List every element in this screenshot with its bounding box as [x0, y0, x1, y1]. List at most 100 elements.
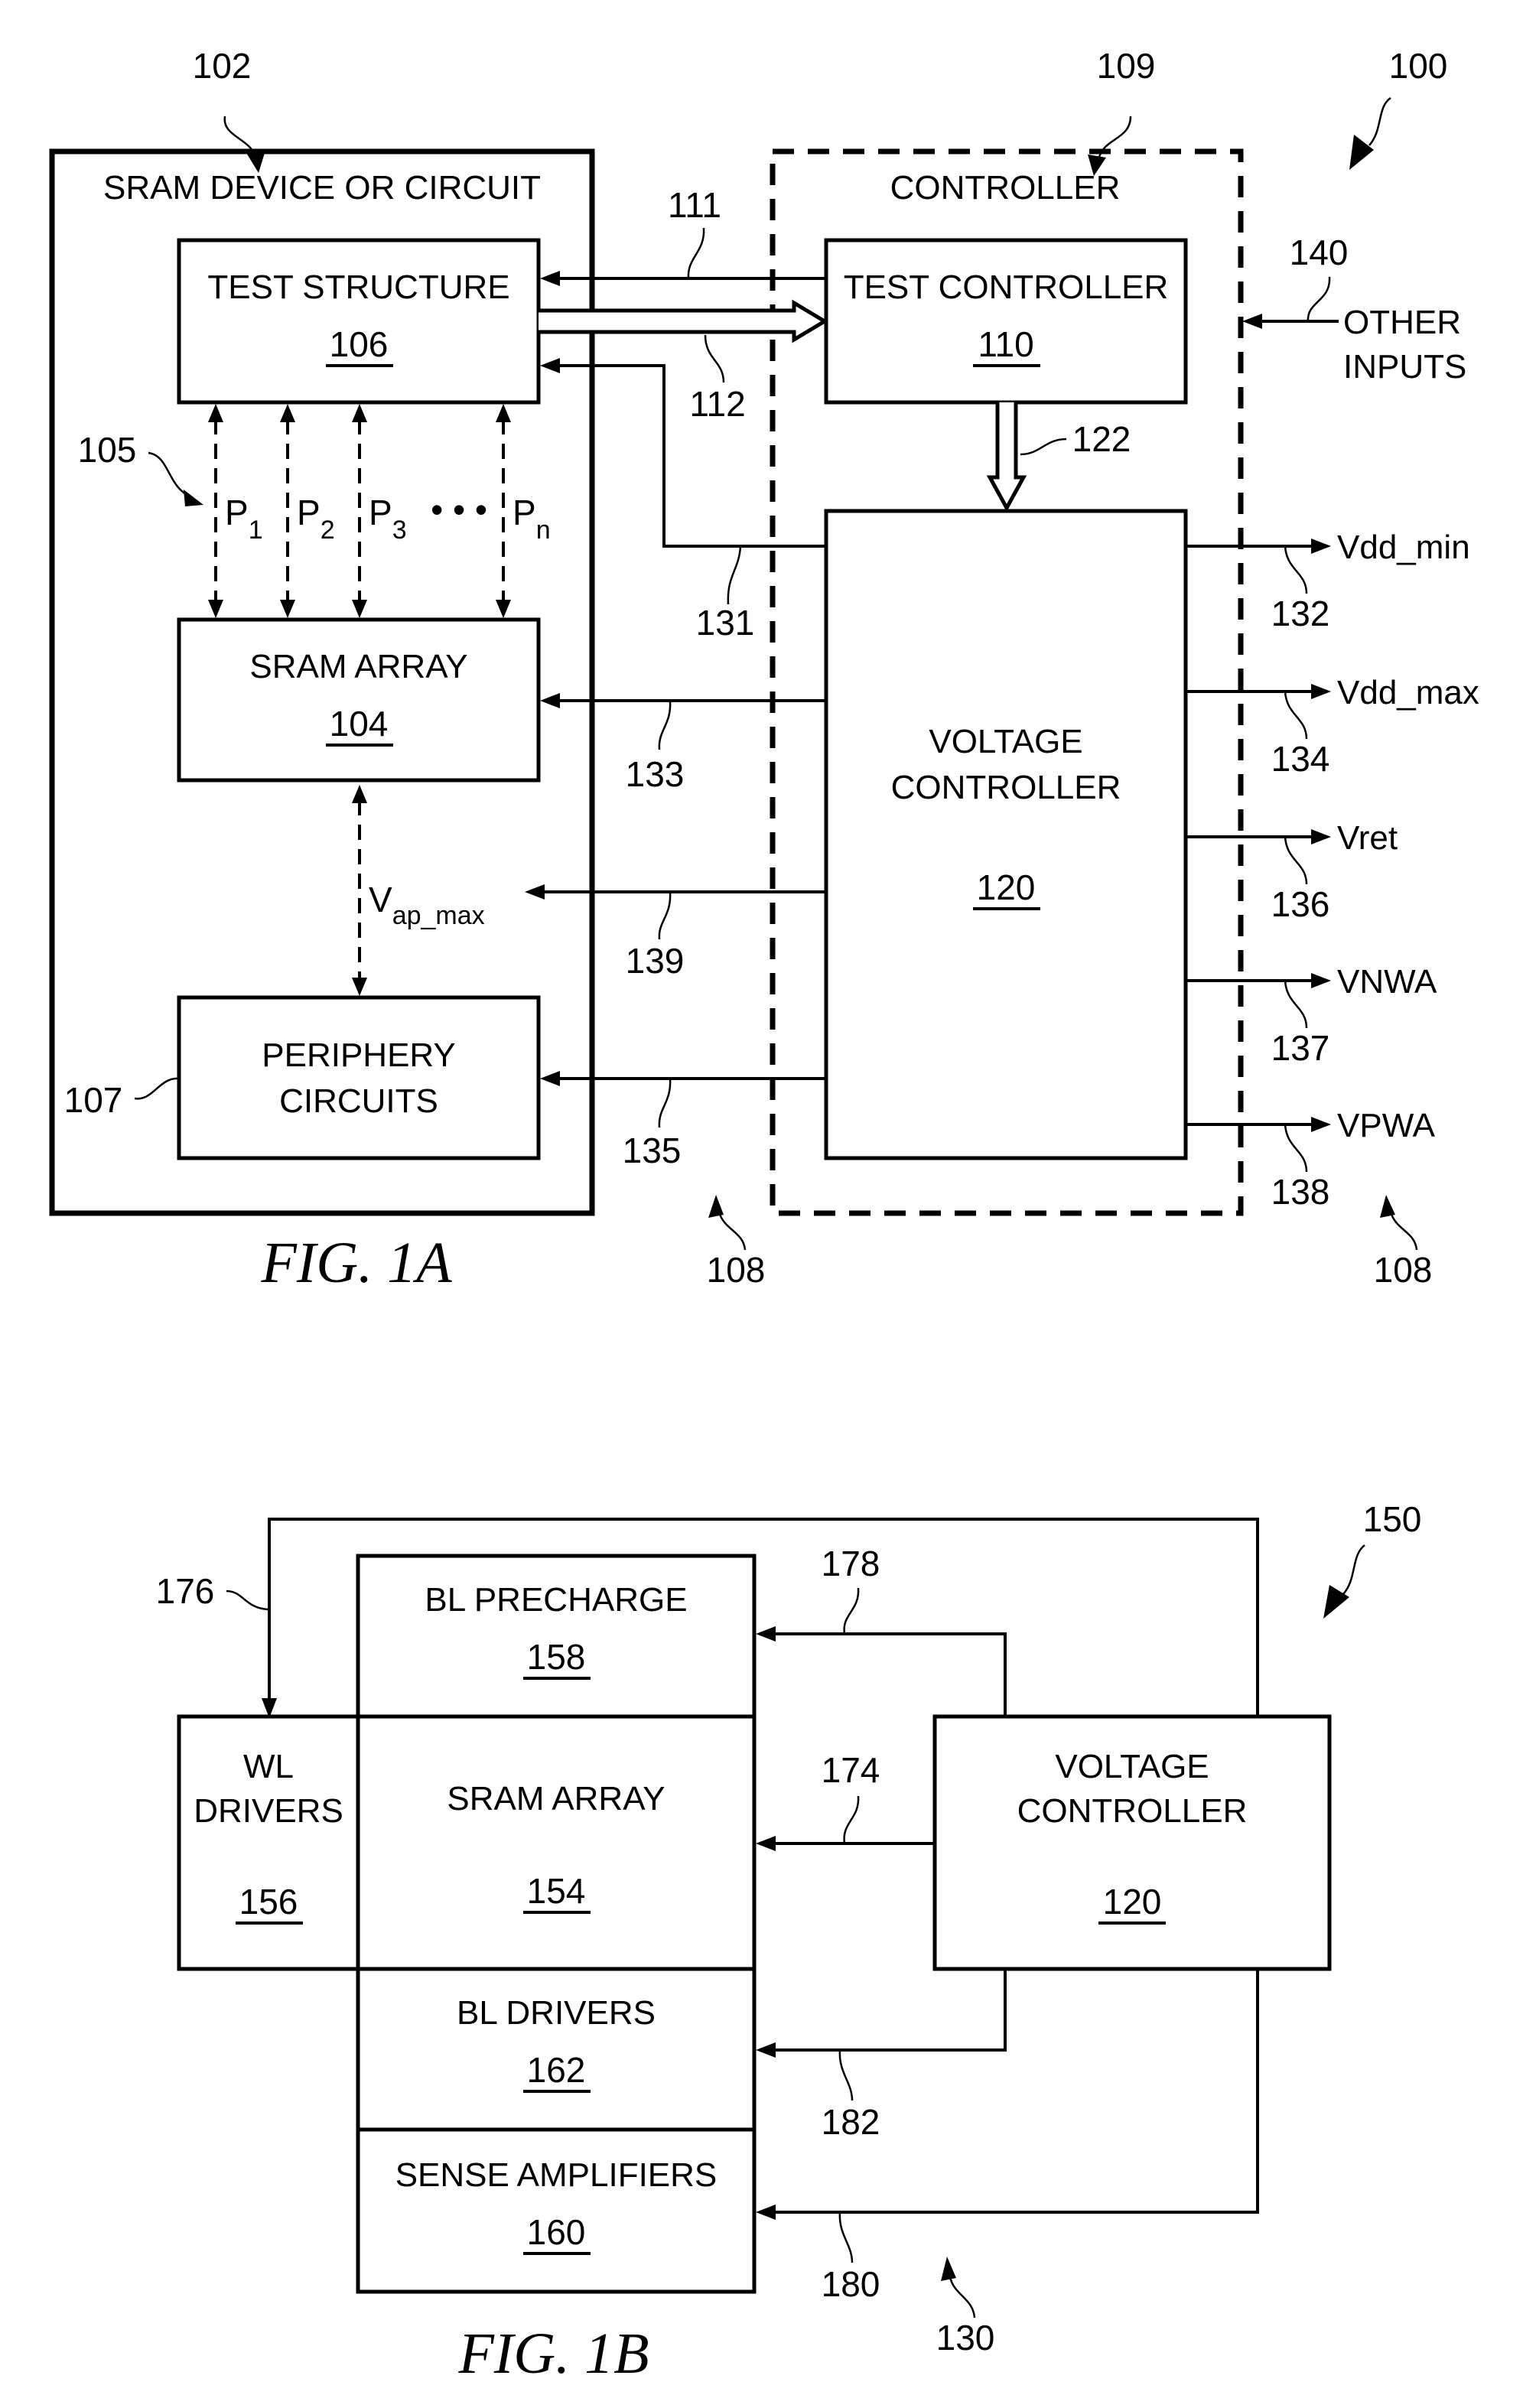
bus-122-arrow — [986, 402, 1027, 513]
output-vdd-max-arrow-icon — [1311, 684, 1331, 699]
lead-111 — [687, 227, 705, 279]
lead-178 — [843, 1587, 860, 1635]
controller-title: CONTROLLER — [890, 169, 1121, 207]
wl-drivers-number: 156 — [239, 1882, 298, 1922]
ref-111: 111 — [668, 185, 721, 225]
ref-105: 105 — [78, 430, 137, 470]
signal-111-arrow-icon — [540, 271, 560, 286]
lead-135 — [658, 1078, 672, 1128]
output-vpwa-label: VPWA — [1337, 1107, 1436, 1144]
output-vret-label: Vret — [1337, 819, 1398, 857]
lead-136 — [1284, 836, 1308, 885]
sram-array-104-number: 104 — [330, 704, 389, 744]
sram-array-154-number: 154 — [527, 1871, 586, 1911]
lead-180 — [838, 2211, 854, 2263]
sram-device-title: SRAM DEVICE OR CIRCUIT — [103, 169, 541, 207]
lead-134 — [1284, 691, 1308, 740]
lead-122 — [1020, 438, 1067, 456]
ref-176: 176 — [156, 1571, 215, 1611]
voltage-controller-1b-line2: CONTROLLER — [1017, 1792, 1248, 1830]
signal-182-line — [774, 1969, 1007, 2052]
ref-133: 133 — [626, 754, 685, 794]
output-vnwa-label: VNWA — [1337, 963, 1437, 1001]
periphery-line1: PERIPHERY — [262, 1036, 456, 1074]
other-inputs-line2: INPUTS — [1343, 348, 1466, 386]
sram-array-104-box — [177, 617, 541, 783]
ref-137: 137 — [1271, 1028, 1330, 1068]
path-pn-up-arrow-icon — [496, 404, 511, 422]
signal-133-arrow-icon — [540, 693, 560, 708]
bl-precharge-number: 158 — [527, 1637, 586, 1677]
path-p2-down-arrow-icon — [280, 600, 295, 618]
periphery-line2: CIRCUITS — [279, 1082, 438, 1120]
signal-182-arrow-icon — [756, 2042, 776, 2058]
voltage-controller-1b-number: 120 — [1103, 1882, 1162, 1922]
path-p2-label: P2 — [297, 493, 335, 545]
ref-131: 131 — [696, 603, 755, 643]
bus-112-arrow — [539, 299, 828, 343]
ref-107: 107 — [64, 1080, 123, 1120]
periphery-circuits-box — [177, 995, 541, 1160]
path-pn-down-arrow-icon — [496, 600, 511, 618]
lead-108-left — [718, 1211, 747, 1251]
test-paths-105: P1 P2 P3 • • • Pn — [208, 404, 551, 618]
lead-100 — [1368, 96, 1391, 146]
lead-137 — [1284, 980, 1308, 1029]
lead-133 — [658, 700, 672, 750]
bl-drivers-box — [356, 1967, 757, 2132]
path-p2-up-arrow-icon — [280, 404, 295, 422]
arrow-108-right-icon — [1380, 1195, 1395, 1218]
lead-138 — [1284, 1124, 1308, 1173]
fig-1b: 150 176 BL PRECHARGE 158 SRAM ARRAY 154 … — [156, 1499, 1422, 2386]
bl-precharge-title: BL PRECHARGE — [425, 1581, 687, 1619]
ref-134: 134 — [1271, 739, 1330, 779]
sense-amplifiers-box — [356, 2127, 757, 2294]
path-p3-up-arrow-icon — [352, 404, 367, 422]
bl-drivers-title: BL DRIVERS — [457, 1994, 656, 2032]
voltage-controller-1b-line1: VOLTAGE — [1055, 1748, 1209, 1785]
ref-135: 135 — [623, 1131, 682, 1170]
output-vpwa-arrow-icon — [1311, 1117, 1331, 1132]
path-p1-down-arrow-icon — [208, 600, 223, 618]
test-structure-title: TEST STRUCTURE — [207, 268, 509, 306]
test-controller-box — [824, 238, 1188, 405]
other-inputs-line1: OTHER — [1343, 304, 1461, 341]
vap-up-arrow-icon — [352, 785, 367, 803]
lead-130 — [949, 2276, 976, 2319]
fig-1a-caption: FIG. 1A — [260, 1231, 452, 1295]
signal-180-arrow-icon — [756, 2205, 776, 2220]
vap-down-arrow-icon — [352, 978, 367, 996]
ref-122: 122 — [1072, 419, 1131, 459]
voltage-outputs: Vdd_min 132 Vdd_max 134 Vret 136 VNWA 13… — [1186, 529, 1479, 1212]
bl-precharge-box — [356, 1554, 757, 1719]
voltage-controller-box — [824, 509, 1188, 1160]
ref-178: 178 — [822, 1544, 880, 1583]
lead-107 — [134, 1077, 180, 1100]
ref-139: 139 — [626, 941, 685, 981]
signal-139-arrow-icon — [525, 884, 545, 900]
voltage-controller-line1: VOLTAGE — [929, 723, 1082, 760]
vap-max-label: Vap_max — [369, 880, 485, 930]
path-pn-label: Pn — [513, 493, 551, 545]
ref-102: 102 — [193, 46, 252, 86]
lead-132 — [1284, 545, 1308, 594]
path-p1-label: P1 — [225, 493, 263, 545]
output-vnwa-arrow-icon — [1311, 973, 1331, 988]
output-vdd-min-label: Vdd_min — [1337, 529, 1470, 566]
lead-176 — [226, 1590, 268, 1611]
sense-amplifiers-title: SENSE AMPLIFIERS — [395, 2156, 718, 2194]
path-p3-label: P3 — [369, 493, 407, 545]
ref-109: 109 — [1097, 46, 1156, 86]
ref-174: 174 — [822, 1750, 880, 1790]
signal-135-arrow-icon — [540, 1071, 560, 1086]
voltage-controller-line2: CONTROLLER — [891, 769, 1121, 806]
arrow-130-icon — [941, 2257, 956, 2281]
ref-108-right: 108 — [1374, 1250, 1433, 1290]
lead-174 — [843, 1795, 860, 1844]
test-structure-box — [177, 238, 541, 405]
ref-136: 136 — [1271, 884, 1330, 924]
sram-array-154-box — [356, 1714, 757, 1971]
voltage-controller-number: 120 — [977, 867, 1036, 907]
ref-132: 132 — [1271, 594, 1330, 633]
patent-figure: 102 SRAM DEVICE OR CIRCUIT TEST STRUCTUR… — [49, 46, 1479, 2386]
